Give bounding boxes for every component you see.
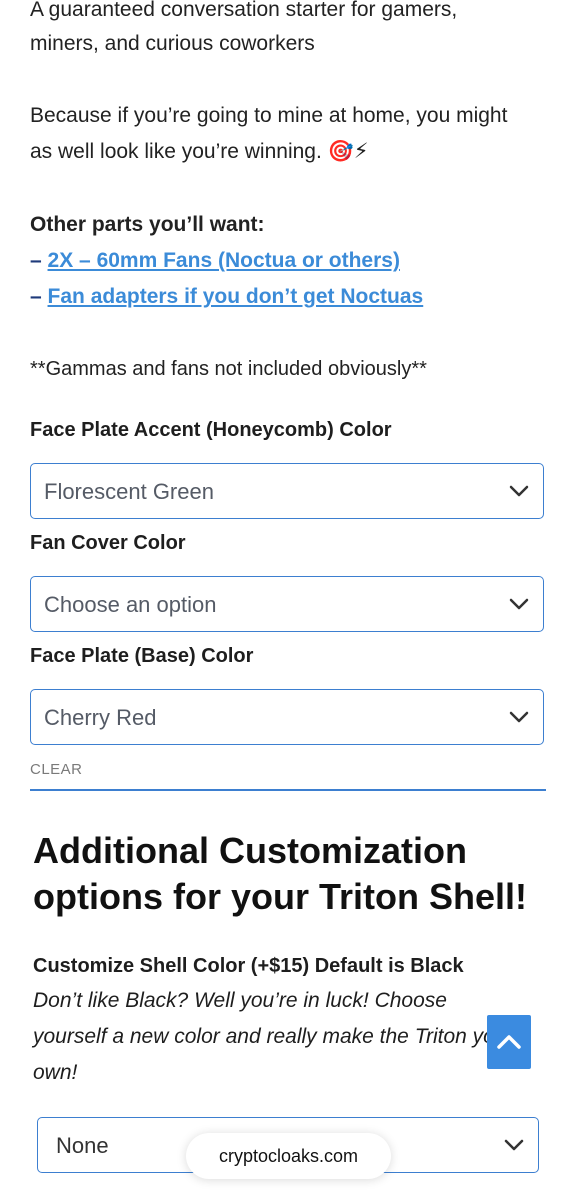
shell-description-line-3: own!	[33, 1061, 78, 1084]
fan-cover-color-label: Fan Cover Color	[30, 532, 186, 554]
domain-text: cryptocloaks.com	[218, 1146, 359, 1166]
shell-color-value: None	[56, 1133, 109, 1158]
dash: –	[30, 285, 42, 308]
clear-selection-link[interactable]: CLEAR	[30, 761, 83, 778]
intro-text-line-1: A guaranteed conversation starter for ga…	[30, 0, 458, 21]
customization-heading-line-1: Additional Customization	[33, 830, 467, 871]
shell-description-line-1: Don’t like Black? Well you’re in luck! C…	[33, 989, 447, 1012]
intro-text-line-4: as well look like you’re winning. 🎯⚡	[30, 140, 369, 163]
intro-text-line-2: miners, and curious coworkers	[30, 32, 315, 55]
other-parts-item-2: – Fan adapters if you don’t get Noctuas	[30, 279, 423, 315]
browser-address-pill[interactable]: cryptocloaks.com	[186, 1133, 391, 1179]
section-divider	[30, 789, 546, 791]
other-parts-item-1: – 2X – 60mm Fans (Noctua or others)	[30, 243, 400, 279]
intro-text-line-3: Because if you’re going to mine at home,…	[30, 104, 508, 127]
shell-color-label: Customize Shell Color (+$15) Default is …	[33, 955, 464, 977]
fan-cover-color-value: Choose an option	[44, 592, 217, 617]
other-parts-title: Other parts you’ll want:	[30, 213, 265, 236]
base-color-value: Cherry Red	[44, 705, 157, 730]
customization-heading-line-2: options for your Triton Shell!	[33, 876, 527, 917]
fan-adapters-link[interactable]: Fan adapters if you don’t get Noctuas	[48, 285, 424, 308]
chevron-up-icon	[497, 1035, 521, 1049]
scroll-to-top-button[interactable]	[487, 1015, 531, 1069]
base-color-select[interactable]: Cherry Red	[30, 689, 544, 745]
disclaimer-note: **Gammas and fans not included obviously…	[30, 358, 427, 380]
shell-description-line-2: yourself a new color and really make the…	[33, 1025, 514, 1048]
accent-color-label: Face Plate Accent (Honeycomb) Color	[30, 419, 392, 441]
fan-cover-color-select[interactable]: Choose an option	[30, 576, 544, 632]
chevron-down-icon	[509, 711, 529, 723]
dash: –	[30, 249, 42, 272]
chevron-down-icon	[509, 485, 529, 497]
accent-color-value: Florescent Green	[44, 479, 214, 504]
base-color-label: Face Plate (Base) Color	[30, 645, 254, 667]
chevron-down-icon	[509, 598, 529, 610]
fans-link[interactable]: 2X – 60mm Fans (Noctua or others)	[48, 249, 400, 272]
accent-color-select[interactable]: Florescent Green	[30, 463, 544, 519]
chevron-down-icon	[504, 1139, 524, 1151]
